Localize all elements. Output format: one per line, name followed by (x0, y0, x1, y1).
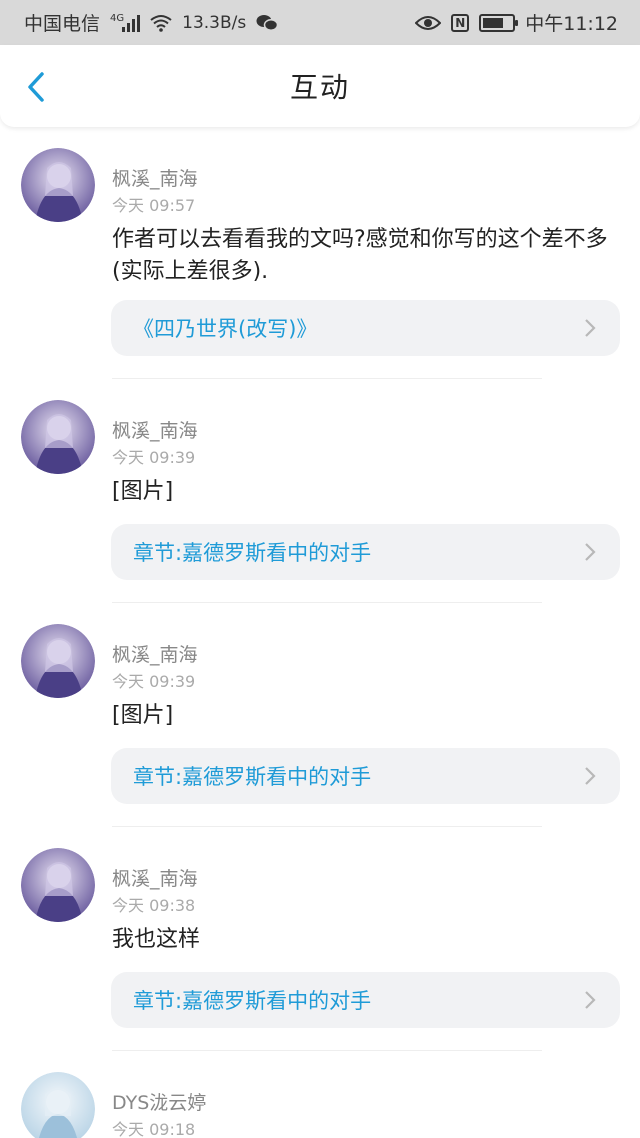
avatar[interactable] (21, 400, 95, 474)
divider (112, 602, 542, 603)
signal-icon (122, 14, 141, 32)
linked-chapter-card[interactable]: 章节:嘉德罗斯看中的对手 (111, 524, 620, 580)
linked-chapter-card[interactable]: 章节:嘉德罗斯看中的对手 (111, 972, 620, 1028)
chevron-left-icon (28, 72, 44, 102)
post-text: [图片] (112, 479, 174, 504)
post-username[interactable]: 枫溪_南海 (112, 164, 198, 191)
carrier-name: 中国电信 (24, 13, 101, 35)
network-speed: 13.3B/s (182, 12, 247, 33)
battery-level (483, 17, 503, 28)
post-username[interactable]: 枫溪_南海 (112, 416, 198, 443)
chevron-right-icon (585, 991, 596, 1009)
post-time: 今天 09:39 (112, 672, 196, 691)
post-time: 今天 09:39 (112, 448, 196, 467)
linked-chapter-title: 章节:嘉德罗斯看中的对手 (133, 765, 372, 789)
page-title: 互动 (289, 71, 350, 104)
divider (112, 378, 542, 379)
post-username[interactable]: DYS泷云婷 (112, 1088, 206, 1115)
linked-chapter-title: 章节:嘉德罗斯看中的对手 (133, 541, 372, 565)
battery-icon (479, 13, 519, 32)
network-tag: 4G (110, 12, 125, 24)
status-time: 中午11:12 (525, 13, 618, 35)
avatar-image (21, 1072, 95, 1138)
status-left: 中国电信 4G 13.3B/s (24, 9, 279, 36)
post-time: 今天 09:38 (112, 896, 196, 915)
chevron-right-icon (585, 543, 596, 561)
avatar[interactable] (21, 624, 95, 698)
nfc-icon: N (451, 13, 470, 32)
chevron-right-icon (585, 767, 596, 785)
linked-chapter-card[interactable]: 章节:嘉德罗斯看中的对手 (111, 748, 620, 804)
back-button[interactable] (18, 69, 54, 105)
post-time: 今天 09:18 (112, 1120, 196, 1138)
post-time: 今天 09:57 (112, 196, 196, 215)
linked-work-card[interactable]: 《四乃世界(改写)》 (111, 300, 620, 356)
eye-icon (415, 15, 442, 30)
signal-indicator: 4G (110, 12, 141, 32)
wechat-icon (256, 14, 279, 31)
avatar[interactable] (21, 148, 95, 222)
avatar-image (21, 624, 95, 698)
post-text: 作者可以去看看我的文吗?感觉和你写的这个差不多(实际上差很多). (112, 227, 608, 284)
avatar-image (21, 148, 95, 222)
post-text: [图片] (112, 703, 174, 728)
avatar-image (21, 848, 95, 922)
divider (112, 826, 542, 827)
wifi-icon (150, 14, 172, 32)
linked-work-title: 《四乃世界(改写)》 (133, 317, 318, 341)
chevron-right-icon (585, 319, 596, 337)
linked-chapter-title: 章节:嘉德罗斯看中的对手 (133, 989, 372, 1013)
status-right: N 中午11:12 (415, 9, 618, 36)
status-bar: 中国电信 4G 13.3B/s N 中午11:12 (0, 0, 640, 45)
divider (112, 1050, 542, 1051)
post-text: 我也这样 (112, 927, 201, 952)
avatar-image (21, 400, 95, 474)
app-header: 互动 (0, 45, 640, 127)
post-username[interactable]: 枫溪_南海 (112, 864, 198, 891)
post-username[interactable]: 枫溪_南海 (112, 640, 198, 667)
avatar[interactable] (21, 848, 95, 922)
avatar[interactable] (21, 1072, 95, 1138)
